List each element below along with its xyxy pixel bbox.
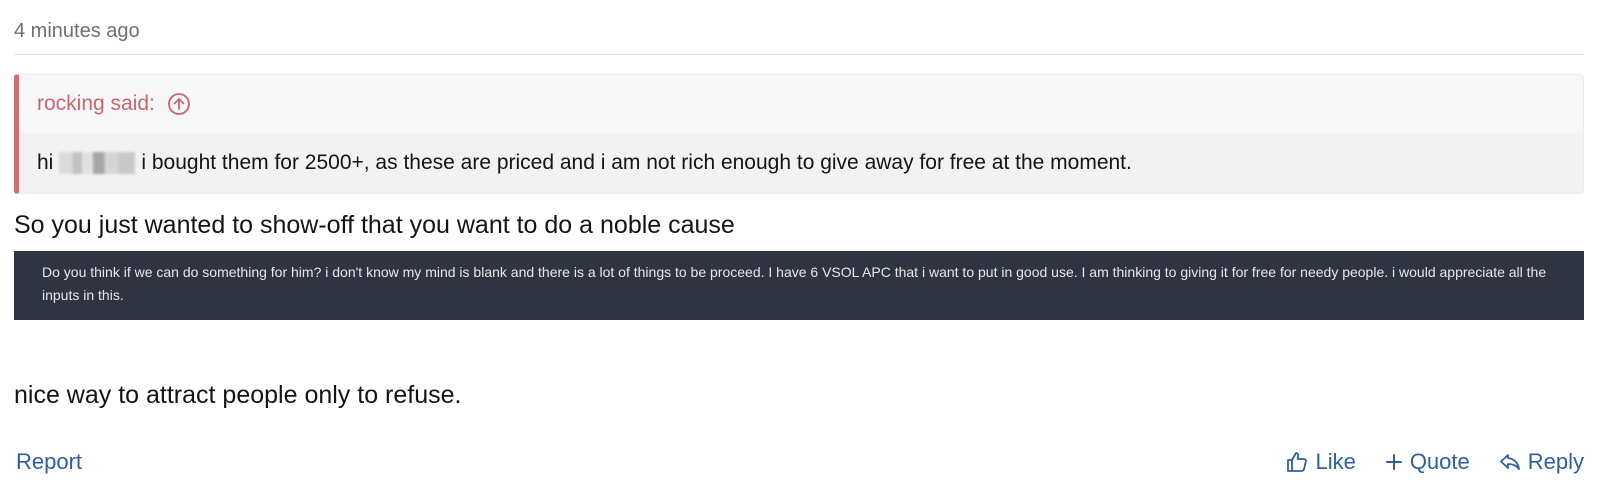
quote-button[interactable]: Quote	[1384, 449, 1470, 475]
post-text-line-2: nice way to attract people only to refus…	[14, 381, 462, 409]
plus-icon	[1384, 452, 1404, 472]
quote-body-text: i bought them for 2500+, as these are pr…	[141, 151, 1132, 174]
arrow-up-circle-icon[interactable]	[167, 92, 191, 116]
quote-author[interactable]: rocking said:	[37, 92, 155, 116]
post-timestamp[interactable]: 4 minutes ago	[14, 20, 140, 43]
quote-header[interactable]: rocking said:	[19, 75, 1583, 133]
post-action-group: Like Quote Reply	[1285, 449, 1584, 475]
redacted-username	[59, 152, 136, 174]
quote-body: hi i bought them for 2500+, as these are…	[19, 133, 1583, 193]
post-actions: Report Like Quote Reply	[14, 444, 1584, 480]
forum-post: 4 minutes ago rocking said: hi i bought …	[14, 0, 1584, 504]
post-meta: 4 minutes ago	[14, 0, 1584, 55]
like-label: Like	[1315, 449, 1356, 474]
like-button[interactable]: Like	[1285, 449, 1356, 475]
reply-arrow-icon	[1498, 450, 1522, 474]
embedded-screenshot-text: Do you think if we can do something for …	[42, 264, 1547, 303]
post-text-line-1: So you just wanted to show-off that you …	[14, 211, 735, 239]
embedded-screenshot: Do you think if we can do something for …	[14, 251, 1584, 320]
reply-label: Reply	[1527, 449, 1584, 474]
reply-button[interactable]: Reply	[1498, 449, 1584, 475]
quote-body-prefix: hi	[37, 151, 54, 174]
thumbs-up-icon	[1285, 450, 1309, 474]
quote-block: rocking said: hi i bought them for 2500+…	[14, 74, 1584, 194]
quote-label: Quote	[1409, 449, 1470, 474]
report-link[interactable]: Report	[16, 449, 82, 475]
